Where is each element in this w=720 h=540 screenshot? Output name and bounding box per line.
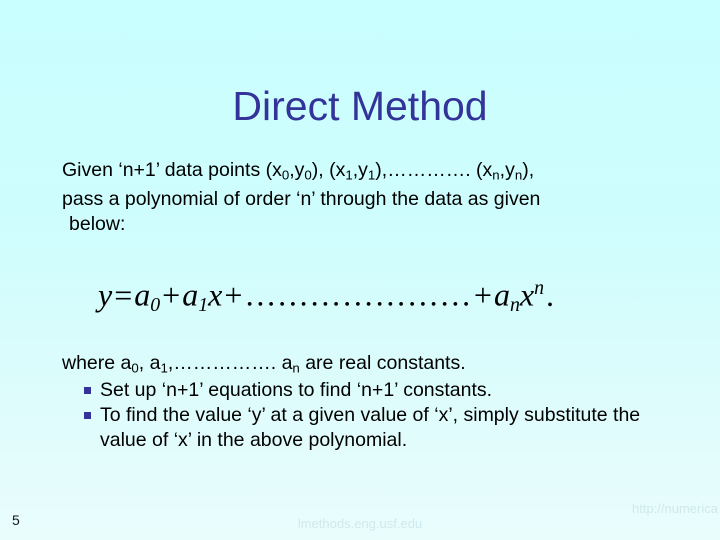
equation-plus-3: + <box>473 276 492 313</box>
equation-a1: a <box>182 276 199 313</box>
equation-an: a <box>493 276 510 313</box>
list-item: Set up ‘n+1’ equations to find ‘n+1’ con… <box>62 378 682 403</box>
intro-sub-x1: 1 <box>345 167 353 183</box>
slide-canvas: Direct Method Given ‘n+1’ data points (x… <box>0 0 720 540</box>
equation-equals: = <box>114 276 133 313</box>
intro-text-g: ), <box>522 159 535 181</box>
equation-xn: x <box>519 276 535 313</box>
where-text-c: ,……………. a <box>167 352 293 374</box>
intro-line-1: Given ‘n+1’ data points (x0,y0), (x1,y1)… <box>62 158 662 187</box>
intro-sub-y0: 0 <box>304 167 312 183</box>
equation-a1-sub: 1 <box>198 294 209 317</box>
intro-text-f: ,y <box>499 159 515 181</box>
equation-period: . <box>545 276 554 313</box>
equation-lhs: y <box>98 276 113 313</box>
list-item: To find the value ‘y’ at a given value o… <box>62 403 682 453</box>
where-text-b: , a <box>138 352 161 374</box>
equation-a0: a <box>134 276 151 313</box>
intro-text-d: ,y <box>352 159 368 181</box>
equation-an-sub: n <box>509 294 520 317</box>
intro-text-c: ), (x <box>311 159 346 181</box>
equation-x: x <box>208 276 223 313</box>
polynomial-equation: y=a0+a1x+…………………+anxn. <box>98 268 556 325</box>
bullet-list: Set up ‘n+1’ equations to find ‘n+1’ con… <box>62 378 682 453</box>
equation-xn-sup: n <box>534 277 544 299</box>
where-text-a: where a <box>62 352 132 374</box>
equation-ellipsis: ………………… <box>244 276 472 313</box>
where-clause: where a0, a1,……………. an are real constant… <box>62 351 682 380</box>
footer-url-line-2: lmethods.eng.usf.edu <box>297 516 423 531</box>
equation-a0-sub: 0 <box>150 294 161 317</box>
equation-plus-1: + <box>162 276 181 313</box>
intro-text-e: ),…………. (x <box>375 159 493 181</box>
page-title: Direct Method <box>232 83 488 129</box>
where-text-d: are real constants. <box>299 352 466 374</box>
where-sub-a1: 1 <box>160 360 168 376</box>
intro-line-2: pass a polynomial of order ‘n’ through t… <box>62 188 541 211</box>
where-sub-an: n <box>292 360 300 376</box>
footer-url-line-1: http://numerica <box>632 501 718 516</box>
bullet-label: To find the value ‘y’ at a given value o… <box>100 404 641 451</box>
equation-plus-2: + <box>224 276 243 313</box>
intro-line-3: below: <box>69 213 126 236</box>
square-bullet-icon <box>84 412 91 419</box>
intro-text-b: ,y <box>289 159 305 181</box>
intro-paragraph: Given ‘n+1’ data points (x0,y0), (x1,y1)… <box>62 158 662 237</box>
intro-text-a: Given ‘n+1’ data points (x <box>62 159 282 181</box>
where-sub-a0: 0 <box>131 360 139 376</box>
square-bullet-icon <box>84 387 91 394</box>
intro-sub-xn: n <box>492 167 500 183</box>
bullet-label: Set up ‘n+1’ equations to find ‘n+1’ con… <box>100 379 493 401</box>
